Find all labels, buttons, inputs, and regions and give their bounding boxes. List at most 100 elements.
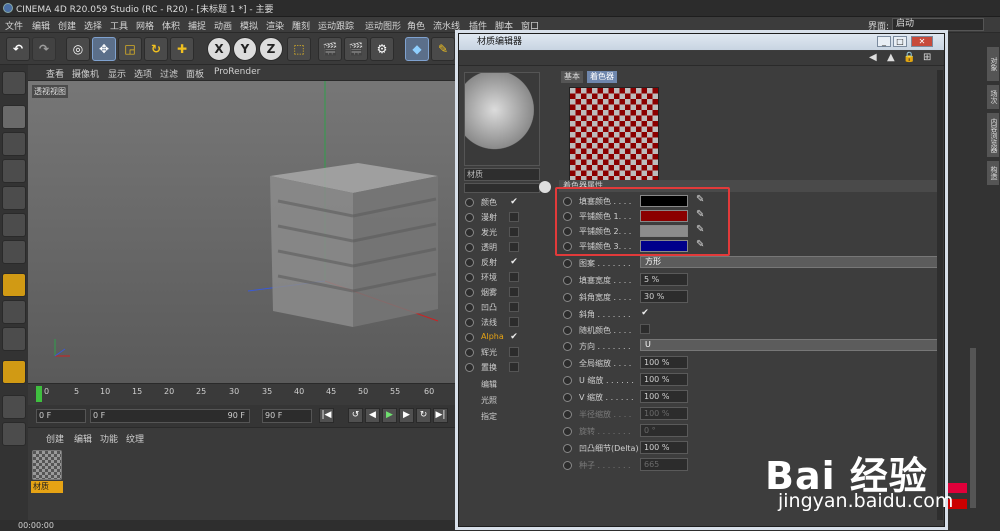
- scale-tool-button[interactable]: ◲: [118, 37, 142, 61]
- z-axis-button[interactable]: Z: [259, 37, 283, 61]
- param-bevel-width[interactable]: 斜角宽度 . . . . 30 %: [561, 290, 941, 304]
- timeline-ruler[interactable]: 0 5 10 15 20 25 30 35 40 45 50 55 60: [28, 383, 458, 405]
- channel-reflectance[interactable]: 反射 ✔: [463, 255, 543, 270]
- param-mortar-width[interactable]: 填塞宽度 . . . .5 %: [561, 273, 941, 287]
- mm-menu-function[interactable]: 功能: [100, 432, 118, 445]
- param-orientation[interactable]: 方向 . . . . . . .U: [561, 339, 941, 353]
- tweak-mode-icon[interactable]: [2, 300, 26, 324]
- tab-takes[interactable]: 场次: [987, 85, 999, 109]
- channel-diffusion[interactable]: 漫射: [463, 210, 543, 225]
- vp-menu-panel[interactable]: 面板: [186, 67, 204, 80]
- live-select-button[interactable]: ◎: [66, 37, 90, 61]
- tab-objects[interactable]: 对象: [987, 47, 999, 81]
- tab-shader[interactable]: 着色器: [587, 71, 617, 83]
- menu-simulate[interactable]: 模拟: [240, 19, 258, 32]
- menu-animate[interactable]: 动画: [214, 19, 232, 32]
- channel-checkbox[interactable]: ✔: [509, 197, 519, 207]
- menu-file[interactable]: 文件: [5, 19, 23, 32]
- up-arrow-icon[interactable]: ▲: [887, 52, 895, 63]
- material-name-label[interactable]: 材质: [31, 481, 63, 493]
- bevel-checkbox[interactable]: ✔: [640, 308, 650, 318]
- menu-mograph[interactable]: 运动图形: [365, 19, 401, 32]
- maximize-button[interactable]: □: [893, 36, 907, 47]
- next-frame-button[interactable]: ▶: [399, 408, 414, 423]
- vp-menu-filter[interactable]: 过滤: [160, 67, 178, 80]
- channel-normal[interactable]: 法线: [463, 315, 543, 330]
- item-illumination[interactable]: 光照: [481, 395, 497, 406]
- back-arrow-icon[interactable]: ◀: [869, 52, 877, 63]
- menu-motion-tracking[interactable]: 运动跟踪: [318, 19, 354, 32]
- menu-select[interactable]: 选择: [84, 19, 102, 32]
- channel-checkbox[interactable]: [509, 242, 519, 252]
- channel-checkbox[interactable]: [509, 347, 519, 357]
- cube-object-button[interactable]: ◆: [405, 37, 429, 61]
- lock-workplane-icon[interactable]: [2, 395, 26, 419]
- orientation-dropdown[interactable]: U: [640, 339, 938, 351]
- texture-mode-icon[interactable]: [2, 132, 26, 156]
- layout-select[interactable]: 启动: [892, 18, 984, 31]
- make-editable-icon[interactable]: [2, 71, 26, 95]
- channel-checkbox[interactable]: [509, 272, 519, 282]
- points-mode-icon[interactable]: [2, 186, 26, 210]
- frame-range-slider[interactable]: 0 F 90 F: [90, 409, 250, 423]
- dialog-scrollbar[interactable]: [937, 70, 943, 520]
- timeline-playhead[interactable]: [36, 386, 42, 402]
- goto-start-button[interactable]: |◀: [319, 408, 334, 423]
- dialog-title-bar[interactable]: 材质编辑器 _ □ ✕: [459, 34, 944, 50]
- move-tool-button[interactable]: ✥: [92, 37, 116, 61]
- param-random-color[interactable]: 随机颜色 . . . .: [561, 323, 941, 337]
- channel-fog[interactable]: 烟雾: [463, 285, 543, 300]
- end-frame-field[interactable]: 90 F: [262, 409, 312, 423]
- menu-edit[interactable]: 编辑: [32, 19, 50, 32]
- coordinate-system-button[interactable]: ⬚: [287, 37, 311, 61]
- new-panel-icon[interactable]: ⊞: [923, 52, 931, 63]
- tab-structure[interactable]: 构造: [987, 161, 999, 185]
- pen-tool-button[interactable]: ✎: [431, 37, 455, 61]
- next-key-button[interactable]: ↻: [416, 408, 431, 423]
- channel-transparency[interactable]: 透明: [463, 240, 543, 255]
- menu-render[interactable]: 渲染: [266, 19, 284, 32]
- param-pattern[interactable]: 图案 . . . . . . . 方形: [561, 256, 941, 270]
- channel-checkbox[interactable]: [509, 212, 519, 222]
- channel-checkbox[interactable]: [509, 287, 519, 297]
- vp-menu-view[interactable]: 查看: [46, 67, 64, 80]
- menu-pipeline[interactable]: 流水线: [433, 19, 460, 32]
- channel-environment[interactable]: 环境: [463, 270, 543, 285]
- lock-icon[interactable]: 🔒: [903, 52, 915, 63]
- mortar-width-field[interactable]: 5 %: [640, 273, 688, 286]
- bevel-width-field[interactable]: 30 %: [640, 290, 688, 303]
- tab-basic[interactable]: 基本: [561, 71, 583, 83]
- material-thumbnail[interactable]: [32, 450, 62, 480]
- grid-icon[interactable]: [2, 422, 26, 446]
- channel-displacement[interactable]: 置换: [463, 360, 543, 375]
- channel-color[interactable]: 颜色 ✔: [463, 195, 543, 210]
- redo-button[interactable]: ↷: [32, 37, 56, 61]
- render-view-button[interactable]: 🎬: [318, 37, 342, 61]
- minimize-button[interactable]: _: [877, 36, 891, 47]
- render-settings-button[interactable]: ⚙: [370, 37, 394, 61]
- magnet-icon[interactable]: [2, 360, 26, 384]
- channel-checkbox[interactable]: [509, 227, 519, 237]
- rotate-tool-button[interactable]: ↻: [144, 37, 168, 61]
- workplane-icon[interactable]: [2, 159, 26, 183]
- start-frame-field[interactable]: 0 F: [36, 409, 86, 423]
- viewport-panel[interactable]: 查看 摄像机 显示 选项 过滤 面板 ProRender 透视视图: [28, 65, 458, 383]
- menu-plugins[interactable]: 插件: [469, 19, 487, 32]
- material-options-icon[interactable]: [539, 181, 551, 193]
- param-bevel[interactable]: 斜角 . . . . . . . ✔: [561, 307, 941, 321]
- menu-script[interactable]: 脚本: [495, 19, 513, 32]
- model-mode-icon[interactable]: [2, 105, 26, 129]
- goto-end-button[interactable]: ▶|: [433, 408, 448, 423]
- channel-checkbox[interactable]: [509, 362, 519, 372]
- right-scrollbar[interactable]: [970, 348, 976, 508]
- tab-content-browser[interactable]: 内容浏览器: [987, 113, 999, 157]
- menu-sculpt[interactable]: 雕刻: [292, 19, 310, 32]
- u-scale-field[interactable]: 100 %: [640, 373, 688, 386]
- edges-mode-icon[interactable]: [2, 213, 26, 237]
- param-u-scale[interactable]: U 缩放 . . . . . . 100 %: [561, 373, 941, 387]
- channel-bump[interactable]: 凹凸: [463, 300, 543, 315]
- global-scale-field[interactable]: 100 %: [640, 356, 688, 369]
- channel-luminance[interactable]: 发光: [463, 225, 543, 240]
- channel-glow[interactable]: 辉光: [463, 345, 543, 360]
- snap-icon[interactable]: [2, 327, 26, 351]
